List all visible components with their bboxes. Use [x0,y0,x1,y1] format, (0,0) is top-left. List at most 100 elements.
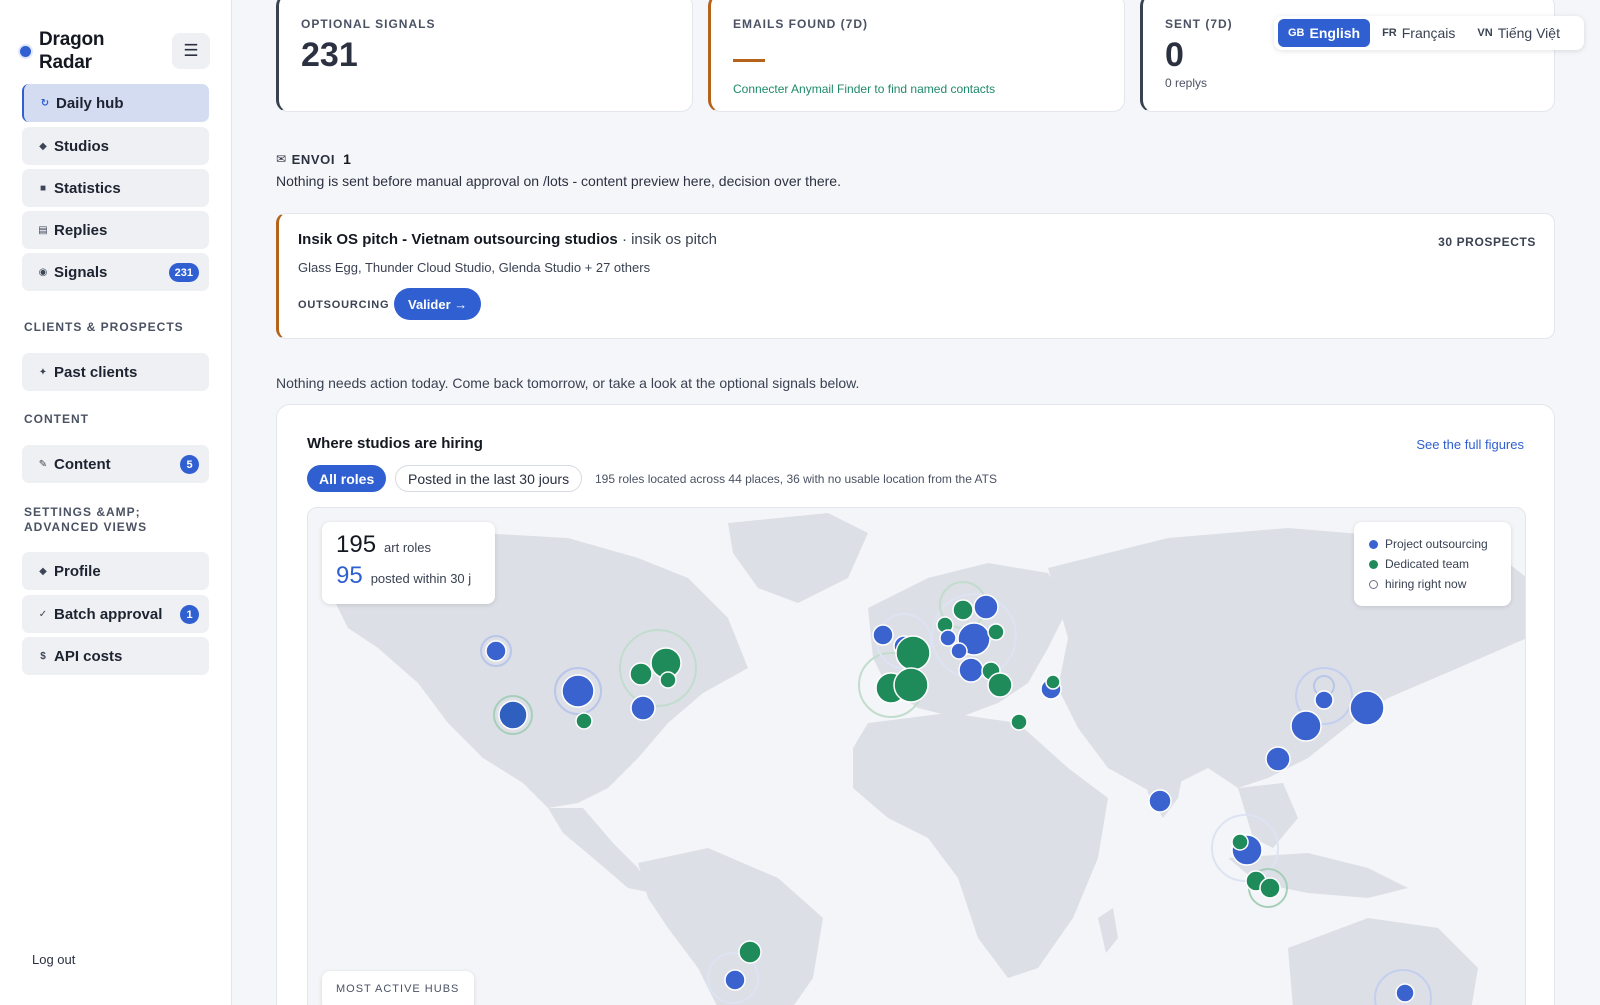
sidebar-item-label: Signals [54,263,108,281]
sidebar-item-studios[interactable]: ◆ Studios [22,127,209,165]
stat-card-optional-signals: OPTIONAL SIGNALS 231 [276,0,693,112]
sidebar-item-profile[interactable]: ◆ Profile [22,552,209,590]
sidebar-item-statistics[interactable]: ■ Statistics [22,169,209,207]
lang-french-button[interactable]: FR Français [1372,19,1465,47]
batch-count-badge: 1 [180,605,199,624]
sidebar-item-label: Studios [54,137,109,155]
refresh-icon: ↻ [40,97,50,109]
validate-button[interactable]: Valider → [394,288,482,320]
sidebar-item-label: Daily hub [56,94,124,112]
marker-bandung [1259,877,1281,899]
sidebar-item-api-costs[interactable]: $ API costs [22,637,209,675]
sidebar-item-daily-hub[interactable]: ↻ Daily hub [22,84,209,122]
marker-budapest [958,657,984,683]
campaign-card: Insik OS pitch - Vietnam outsourcing stu… [276,213,1555,339]
marker-kuala-lumpur [1231,833,1249,851]
total-roles-label: art roles [384,540,432,555]
marker-kyiv [1045,674,1061,690]
logout-link[interactable]: Log out [32,952,75,967]
empty-value-dash [733,59,765,62]
hamburger-icon[interactable]: ☰ [172,33,210,69]
most-active-hubs-panel[interactable]: MOST ACTIVE HUBS [322,971,474,1005]
section-title-clients: CLIENTS & PROSPECTS [24,320,184,334]
signals-count-badge: 231 [168,263,199,282]
marker-toronto [629,662,653,686]
campaign-studios: Glass Egg, Thunder Cloud Studio, Glenda … [298,260,651,275]
filter-all-roles[interactable]: All roles [307,465,387,492]
sidebar-item-past-clients[interactable]: ✦ Past clients [22,353,209,391]
prospects-count: 30 PROSPECTS [1438,235,1536,249]
stat-label: OPTIONAL SIGNALS [301,17,436,31]
radar-icon: ◉ [38,266,48,278]
marker-sao-paulo [738,940,762,964]
section-title-content: CONTENT [24,412,89,426]
pencil-icon: ✎ [38,458,48,470]
marker-hcmc [1265,746,1291,772]
sidebar-item-label: Content [54,455,111,473]
roles-count-panel: 195 art roles 95 posted within 30 j [322,522,495,604]
central-america [548,808,653,893]
marker-london [872,624,894,646]
recent-roles-label: posted within 30 j [370,571,472,586]
madagascar [1098,908,1118,953]
map-summary: 195 roles located across 44 places, 36 w… [595,472,998,486]
lang-vietnamese-button[interactable]: VN Tiếng Việt [1467,19,1570,47]
flag-gb-icon: GB [1288,27,1305,39]
world-map[interactable]: 195 art roles 95 posted within 30 j Proj… [307,507,1526,1005]
sidebar-item-content[interactable]: ✎ Content 5 [22,445,209,483]
legend-item-dedicated: Dedicated team [1369,554,1496,574]
sidebar-item-label: Profile [54,562,101,580]
marker-warsaw [987,623,1005,641]
dollar-icon: $ [40,650,46,662]
check-icon: ✓ [38,608,48,620]
greenland [728,513,868,603]
lang-english-button[interactable]: GB English [1278,19,1371,47]
marker-bangalore [1148,789,1172,813]
envoi-heading: ✉ ENVOI 1 [276,151,352,167]
stat-card-emails-found: EMAILS FOUND (7D) Connecter Anymail Find… [708,0,1125,112]
marker-prague [950,642,968,660]
marker-boston [659,671,677,689]
brand-dot-icon [20,46,31,57]
flag-fr-icon: FR [1382,27,1397,39]
marker-barcelona [893,667,929,703]
full-figures-link[interactable]: See the full figures [1416,437,1524,452]
sidebar-item-label: API costs [54,647,123,665]
marker-beijing [1314,690,1334,710]
marker-stockholm [952,599,974,621]
sidebar: Dragon Radar ☰ ↻ Daily hub ◆ Studios ■ S… [0,0,232,1005]
marker-seattle [485,640,507,662]
sidebar-item-batch-approval[interactable]: ✓ Batch approval 1 [22,595,209,633]
continent-africa [853,713,1108,978]
map-title: Where studios are hiring [307,435,483,452]
anymail-connect-link[interactable]: Connecter Anymail Finder to find named c… [733,82,1102,96]
brand-name: Dragon Radar [39,29,105,73]
marker-atlanta [630,695,656,721]
sidebar-item-signals[interactable]: ◉ Signals 231 [22,253,209,291]
marker-la [498,700,528,730]
sidebar-item-label: Statistics [54,179,121,197]
language-switcher: GB English FR Français VN Tiếng Việt [1274,16,1584,50]
inbox-icon: ▤ [38,224,48,236]
marker-lyon [895,635,931,671]
filter-last-30-days[interactable]: Posted in the last 30 jours [395,465,583,492]
campaign-tag: OUTSOURCING [298,299,390,311]
marker-buenos-aires [724,969,746,991]
section-title-settings: SETTINGS &AMP; ADVANCED VIEWS [24,505,148,534]
bar-icon: ■ [39,182,47,194]
marker-sydney [1395,983,1415,1003]
campaign-title: Insik OS pitch - Vietnam outsourcing stu… [298,231,717,248]
sparkle-icon: ✦ [38,366,48,378]
sidebar-item-replies[interactable]: ▤ Replies [22,211,209,249]
total-roles-count: 195 [336,531,377,558]
diamond-icon: ◆ [39,140,47,152]
hiring-map-card: Where studios are hiring See the full fi… [276,404,1555,1005]
green-dot-icon [1369,559,1378,569]
sidebar-item-label: Past clients [54,363,138,381]
marker-bucharest [987,672,1013,698]
campaign-subtitle: · insik os pitch [621,231,717,248]
ring-icon [1369,579,1378,589]
diamond-icon: ◆ [39,565,47,577]
brand-logo[interactable]: Dragon Radar [20,28,105,74]
mail-icon: ✉ [276,152,287,166]
